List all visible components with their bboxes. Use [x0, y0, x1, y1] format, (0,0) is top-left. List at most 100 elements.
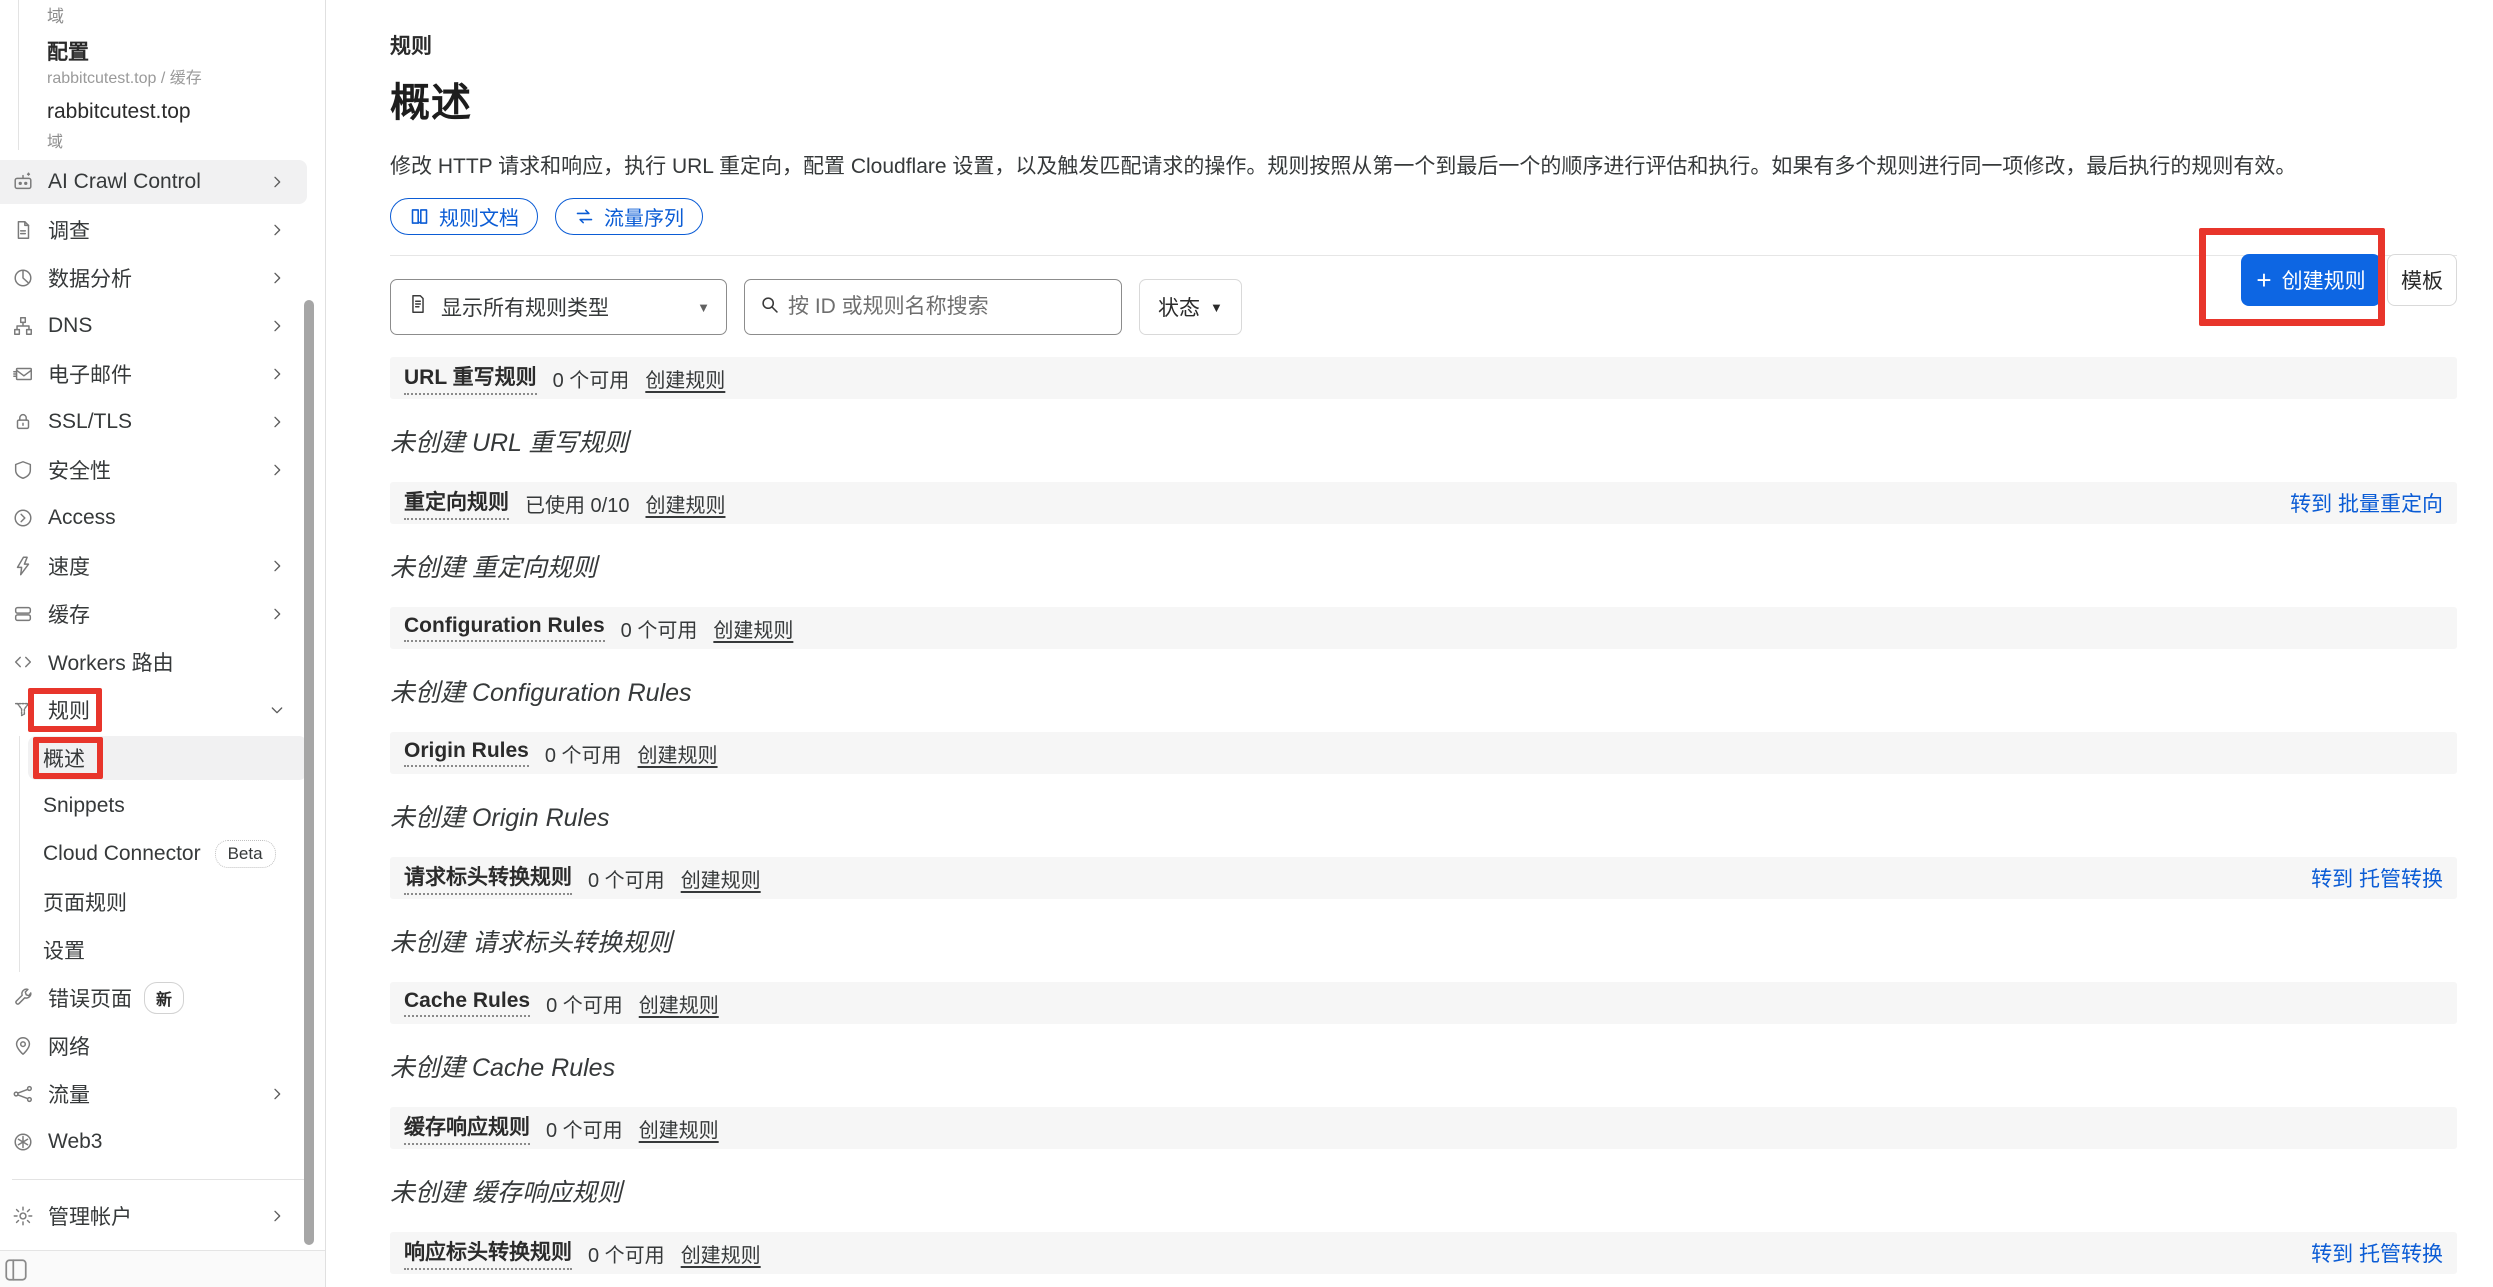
sidebar-item-page-rules[interactable]: 页面规则	[0, 878, 325, 926]
empty-state-text: 未创建 重定向规则	[390, 524, 2457, 584]
rule-section: URL 重写规则 0 个可用 创建规则 未创建 URL 重写规则	[390, 357, 2457, 482]
access-icon	[12, 507, 34, 529]
zone-switcher-config[interactable]: 配置	[47, 36, 89, 66]
rule-type-filter-select[interactable]: 显示所有规则类型	[390, 279, 727, 335]
filter-toolbar: 显示所有规则类型 状态	[390, 279, 2457, 335]
sidebar-item-security[interactable]: 安全性	[0, 446, 325, 494]
item-highlight	[0, 448, 307, 492]
traffic-sequence-button[interactable]: 流量序列	[555, 198, 703, 235]
app-root: 域 配置 rabbitcutest.top / 缓存 rabbitcutest.…	[0, 0, 2493, 1287]
go-to-link[interactable]: 转到 托管转换	[2311, 863, 2443, 893]
sidebar-item-speed[interactable]: 速度	[0, 542, 325, 590]
chevron-right-icon	[269, 558, 285, 574]
sidebar-item-manage-account[interactable]: 管理帐户	[0, 1192, 325, 1240]
sidebar-item-dns[interactable]: DNS	[0, 302, 325, 350]
rule-type-title[interactable]: 缓存响应规则	[404, 1111, 530, 1145]
sidebar-item-label: 网络	[48, 1031, 90, 1061]
go-to-link[interactable]: 转到 托管转换	[2311, 1238, 2443, 1268]
header-divider	[390, 255, 2457, 256]
rule-type-title[interactable]: 请求标头转换规则	[404, 861, 572, 895]
empty-state-text: 未创建 URL 重写规则	[390, 399, 2457, 459]
wrench-icon	[12, 987, 34, 1009]
item-highlight	[0, 1024, 307, 1068]
chevron-right-icon	[269, 270, 285, 286]
sidebar-item-analytics[interactable]: 数据分析	[0, 254, 325, 302]
empty-state-text: 未创建 响应标头转换规则	[390, 1274, 2457, 1287]
gear-icon	[12, 1205, 34, 1227]
rule-usage-count: 0 个可用	[545, 739, 622, 768]
sidebar-item-investigate[interactable]: 调查	[0, 206, 325, 254]
chevron-right-icon	[269, 1086, 285, 1102]
sidebar-item-rules[interactable]: 规则	[0, 686, 325, 734]
header-actions: 规则文档 流量序列	[390, 198, 2457, 235]
sidebar-item-label: Cloud Connector	[43, 842, 201, 866]
sidebar-item-rules-overview[interactable]: 概述	[0, 734, 325, 782]
sidebar: 域 配置 rabbitcutest.top / 缓存 rabbitcutest.…	[0, 0, 326, 1287]
template-button[interactable]: 模板	[2387, 254, 2457, 306]
pin-icon	[12, 1035, 34, 1057]
main-content: 规则 概述 修改 HTTP 请求和响应，执行 URL 重定向，配置 Cloudf…	[326, 0, 2493, 1287]
rule-type-title[interactable]: Origin Rules	[404, 739, 529, 767]
create-rule-link[interactable]: 创建规则	[681, 1239, 761, 1268]
rule-type-title[interactable]: Cache Rules	[404, 989, 530, 1017]
sidebar-item-label: 调查	[48, 215, 90, 245]
sidebar-item-ssl-tls[interactable]: SSL/TLS	[0, 398, 325, 446]
investigate-icon	[12, 219, 34, 241]
create-rule-link[interactable]: 创建规则	[713, 614, 793, 643]
rule-section-header: Origin Rules 0 个可用 创建规则	[390, 732, 2457, 774]
zone-name[interactable]: rabbitcutest.top	[47, 100, 191, 124]
traffic-icon	[12, 1083, 34, 1105]
rule-type-title[interactable]: 重定向规则	[404, 486, 509, 520]
rule-doc-icon	[407, 293, 429, 321]
sidebar-item-web3[interactable]: Web3	[0, 1118, 325, 1166]
sidebar-item-network[interactable]: 网络	[0, 1022, 325, 1070]
go-to-link[interactable]: 转到 批量重定向	[2290, 488, 2443, 518]
caret-down-icon	[697, 300, 710, 315]
create-rule-link[interactable]: 创建规则	[645, 364, 725, 393]
sidebar-item-label: 缓存	[48, 599, 90, 629]
sidebar-nav: AI Crawl Control 调查数据分析DNS电子邮件SSL/TLS安全性A…	[0, 158, 325, 1240]
rule-usage-count: 0 个可用	[588, 864, 665, 893]
sidebar-item-label: Snippets	[43, 794, 125, 818]
status-filter-button[interactable]: 状态	[1139, 279, 1242, 335]
sidebar-item-workers-routes[interactable]: Workers 路由	[0, 638, 325, 686]
create-rule-link[interactable]: 创建规则	[639, 1114, 719, 1143]
sidebar-item-cloud-connector[interactable]: Cloud ConnectorBeta	[0, 830, 325, 878]
sidebar-item-error-pages[interactable]: 错误页面新	[0, 974, 325, 1022]
rule-type-title[interactable]: URL 重写规则	[404, 361, 537, 395]
collapse-sidebar-icon[interactable]	[3, 1257, 29, 1283]
sidebar-item-rules-settings[interactable]: 设置	[0, 926, 325, 974]
rule-type-title[interactable]: 响应标头转换规则	[404, 1236, 572, 1270]
chevron-right-icon	[269, 174, 285, 190]
sidebar-item-traffic[interactable]: 流量	[0, 1070, 325, 1118]
sidebar-item-ai-crawl-control[interactable]: AI Crawl Control	[0, 158, 325, 206]
create-rule-link[interactable]: 创建规则	[639, 989, 719, 1018]
rule-section-body: 未创建 Origin Rules	[390, 774, 2457, 857]
sidebar-item-label: AI Crawl Control	[48, 170, 201, 194]
search-input[interactable]	[788, 295, 1107, 319]
create-rule-link[interactable]: 创建规则	[638, 739, 718, 768]
sidebar-item-email[interactable]: 电子邮件	[0, 350, 325, 398]
create-rule-button[interactable]: 创建规则	[2241, 254, 2381, 306]
item-highlight	[0, 688, 307, 732]
rule-search	[744, 279, 1122, 335]
rule-section-header: 响应标头转换规则 0 个可用 创建规则转到 托管转换	[390, 1232, 2457, 1274]
rules-docs-button[interactable]: 规则文档	[390, 198, 538, 235]
chevron-right-icon	[269, 222, 285, 238]
empty-state-text: 未创建 请求标头转换规则	[390, 899, 2457, 959]
caret-down-icon	[1210, 300, 1223, 315]
sidebar-item-snippets[interactable]: Snippets	[0, 782, 325, 830]
rule-type-title[interactable]: Configuration Rules	[404, 614, 605, 642]
search-icon	[759, 294, 780, 321]
create-rule-link[interactable]: 创建规则	[645, 489, 725, 518]
email-icon	[12, 363, 34, 385]
sidebar-item-access[interactable]: Access	[0, 494, 325, 542]
sidebar-scrollbar[interactable]	[304, 300, 314, 1245]
workers-icon	[12, 651, 34, 673]
sidebar-item-label: 设置	[43, 935, 85, 965]
item-highlight	[0, 1120, 307, 1164]
sidebar-item-cache[interactable]: 缓存	[0, 590, 325, 638]
rule-section: Configuration Rules 0 个可用 创建规则 未创建 Confi…	[390, 607, 2457, 732]
create-rule-link[interactable]: 创建规则	[681, 864, 761, 893]
rule-section-header: Cache Rules 0 个可用 创建规则	[390, 982, 2457, 1024]
